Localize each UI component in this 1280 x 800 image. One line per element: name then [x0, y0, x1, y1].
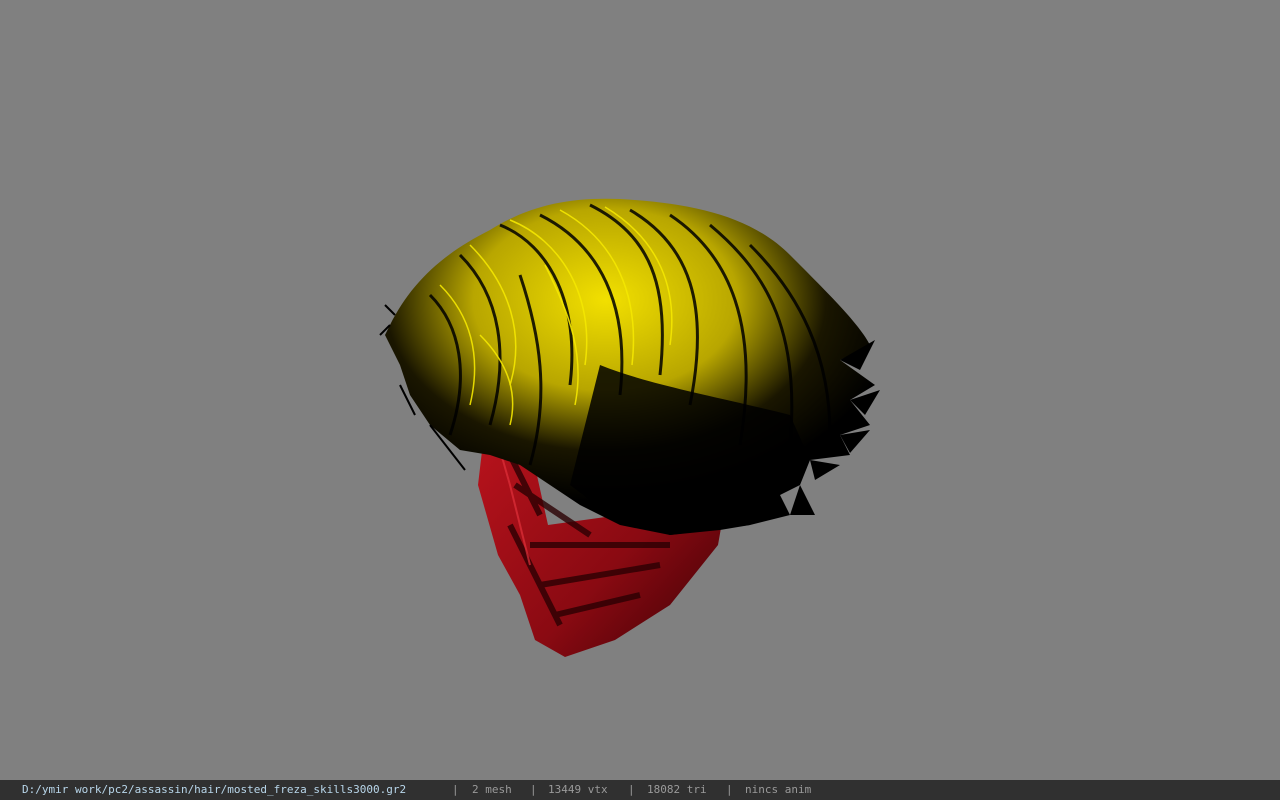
file-path: D:/ymir work/pc2/assassin/hair/mosted_fr…: [22, 783, 407, 796]
vertex-count: 13449 vtx: [548, 783, 608, 796]
animation-info: nincs anim: [745, 783, 812, 796]
separator: |: [452, 783, 459, 796]
hair-mesh: [379, 198, 880, 535]
triangle-count: 18082 tri: [647, 783, 707, 796]
3d-viewport[interactable]: [0, 0, 1280, 780]
separator: |: [530, 783, 537, 796]
separator: |: [628, 783, 635, 796]
mesh-count: 2 mesh: [472, 783, 512, 796]
hair-model-render: [379, 198, 880, 657]
separator: |: [726, 783, 733, 796]
status-bar: D:/ymir work/pc2/assassin/hair/mosted_fr…: [0, 780, 1280, 800]
